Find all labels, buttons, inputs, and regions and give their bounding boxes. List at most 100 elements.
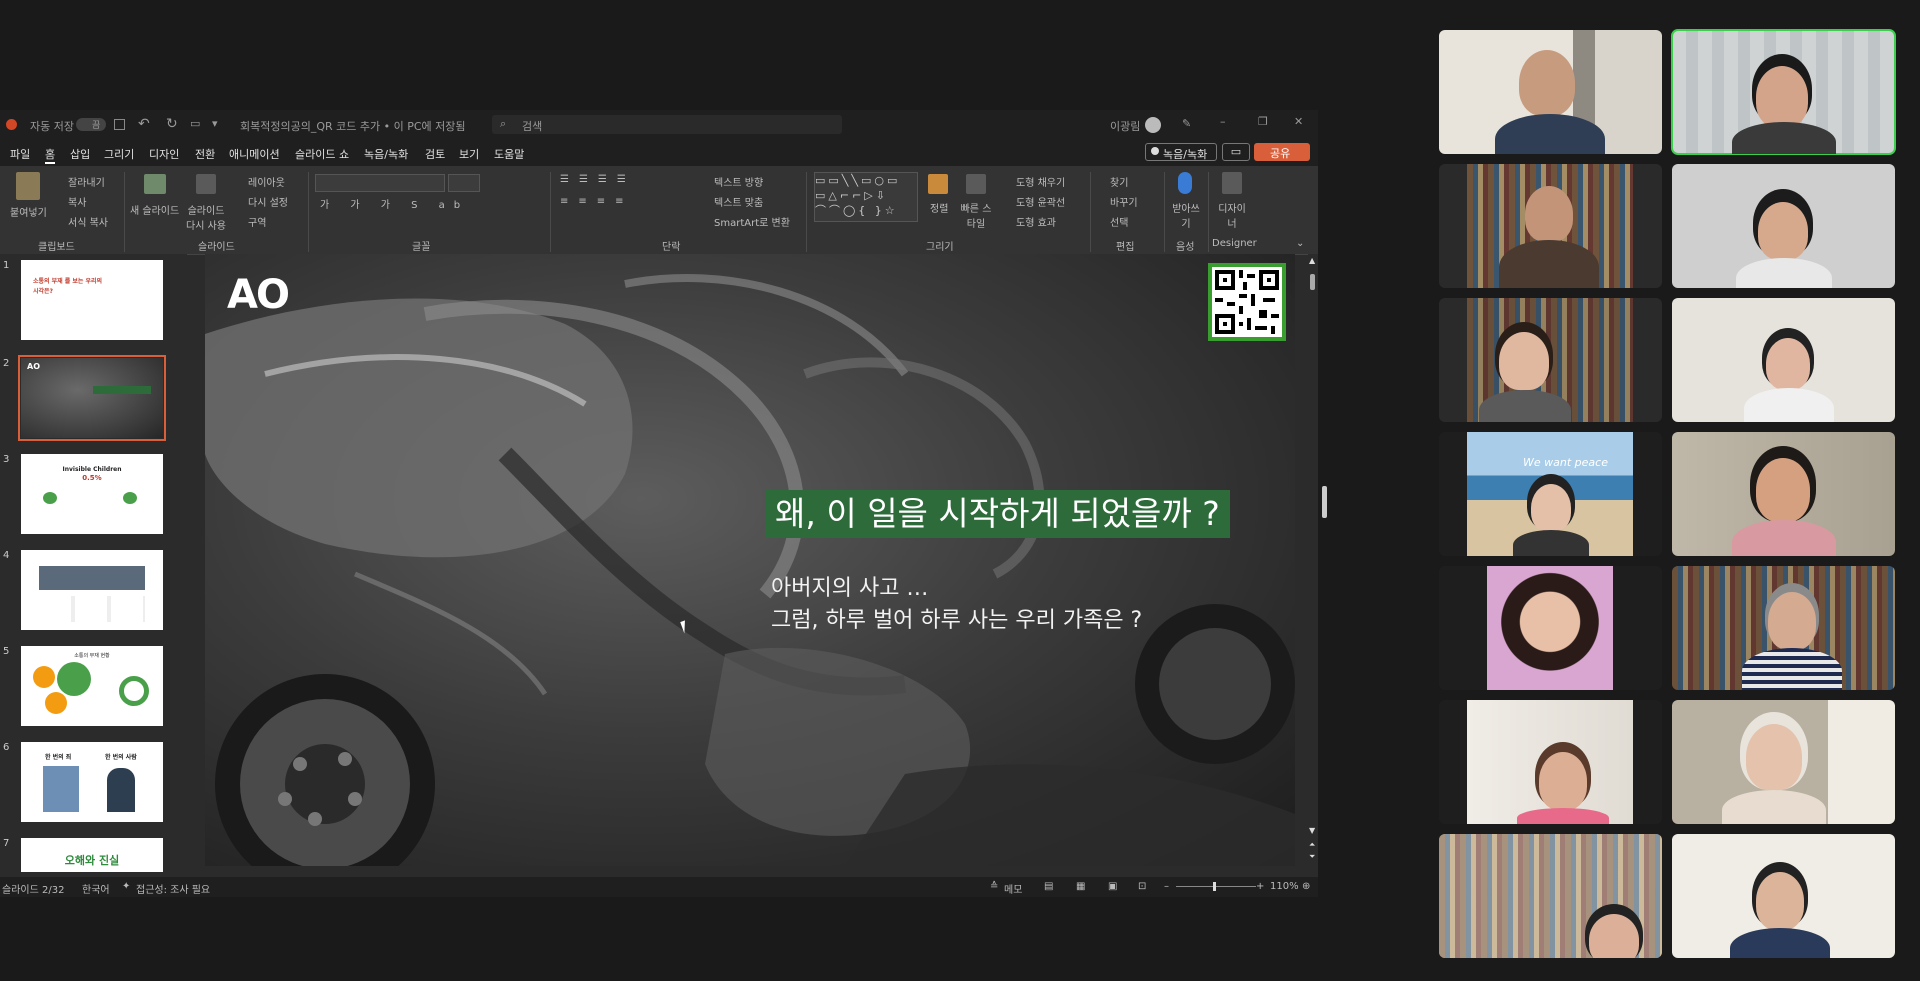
new-slide-label[interactable]: 새 슬라이드 [130,202,179,217]
slide-thumbnail-2[interactable]: AO [18,355,166,441]
menu-review[interactable]: 검토 [425,146,445,162]
font-name-box[interactable] [315,174,445,192]
arrange-label[interactable]: 정렬 [930,200,948,215]
shape-effects-button[interactable]: 도형 효과 [1016,214,1056,229]
replace-button[interactable]: 바꾸기 [1110,194,1138,209]
slide-thumbnail-1[interactable]: 소통의 부재 를 보는 우리의 시각은? [21,260,163,340]
reading-view-icon[interactable]: ▣ [1108,881,1117,892]
participant-video[interactable] [1672,432,1895,556]
slide-thumbnail-3[interactable]: Invisible Children 0.5% [21,454,163,534]
new-slide-icon[interactable] [144,174,166,194]
slide-thumbnail-6[interactable]: 한 번의 죄 한 번의 사람 [21,742,163,822]
participant-video[interactable] [1672,700,1895,824]
paste-icon[interactable] [16,172,40,200]
record-button[interactable]: 녹음/녹화 [1145,143,1217,161]
participant-video[interactable] [1439,164,1662,288]
section-button[interactable]: 구역 [248,214,266,229]
menu-design[interactable]: 디자인 [149,146,179,162]
zoom-slider[interactable] [1176,882,1256,891]
close-icon[interactable]: ✕ [1294,115,1303,128]
accessibility-status[interactable]: 접근성: 조사 필요 [136,881,210,896]
participant-video[interactable] [1672,834,1895,958]
zoom-out-icon[interactable]: – [1164,881,1169,892]
participant-video[interactable]: We want peace [1439,432,1662,556]
find-button[interactable]: 찾기 [1110,174,1128,189]
smartart-button[interactable]: SmartArt로 변환 [714,214,790,229]
arrange-icon[interactable] [928,174,948,194]
minimize-icon[interactable]: – [1220,115,1226,128]
quick-styles-label[interactable]: 빠른 스타일 [958,200,994,230]
participant-video[interactable] [1672,164,1895,288]
shape-fill-button[interactable]: 도형 채우기 [1016,174,1065,189]
save-icon[interactable] [114,119,125,130]
search-box[interactable]: ⌕ 검색 [492,115,842,134]
zoom-slider-thumb[interactable] [1213,882,1216,891]
customize-qat-icon[interactable]: ▾ [212,117,218,130]
scrollbar-thumb[interactable] [1310,274,1315,290]
thumbnails-scrollbar[interactable] [182,254,187,872]
format-painter-button[interactable]: 서식 복사 [68,214,108,229]
text-direction-button[interactable]: 텍스트 방향 [714,174,763,189]
current-slide[interactable]: AO 왜, 이 일을 시작하게 되었을까 ? 아버지의 사고 … 그럼, 하루 … [205,254,1295,866]
cut-button[interactable]: 잘라내기 [68,174,105,189]
avatar[interactable] [1145,117,1161,133]
reset-button[interactable]: 다시 설정 [248,194,288,209]
restore-icon[interactable]: ❐ [1258,115,1268,128]
paste-label[interactable]: 붙여넣기 [10,204,47,219]
menu-view[interactable]: 보기 [459,146,479,162]
document-title[interactable]: 회복적정의공의_QR 코드 추가 • 이 PC에 저장됨 [240,118,466,134]
quick-styles-icon[interactable] [966,174,986,194]
slide-thumbnail-5[interactable]: 소통의 부재 현황 [21,646,163,726]
menu-insert[interactable]: 삽입 [70,146,90,162]
select-button[interactable]: 선택 [1110,214,1128,229]
designer-icon[interactable] [1222,172,1242,194]
share-button[interactable]: 공유 [1254,143,1310,161]
shapes-gallery[interactable]: ▭▭╲╲▭○▭ ▭△⌐⌐▷⇩ ⌒⌒◯{ }☆ [814,172,918,222]
participant-video[interactable] [1439,566,1662,690]
redo-icon[interactable]: ↻ [166,116,178,132]
designer-label[interactable]: 디자이너 [1218,200,1246,230]
accessibility-icon[interactable]: ✦ [122,881,130,892]
pen-icon[interactable]: ✎ [1182,117,1191,130]
menu-file[interactable]: 파일 [10,146,30,162]
align-icons[interactable]: ≡≡≡≡ [560,196,634,207]
zoom-level[interactable]: 110% [1270,881,1299,892]
slide-thumbnail-7[interactable]: 오해와 진실 [21,838,163,872]
menu-transitions[interactable]: 전환 [195,146,215,162]
reuse-slide-icon[interactable] [196,174,216,194]
copy-button[interactable]: 복사 [68,194,86,209]
menu-slideshow[interactable]: 슬라이드 쇼 [295,146,349,162]
notes-button[interactable]: 메모 [1004,881,1022,896]
layout-button[interactable]: 레이아웃 [248,174,285,189]
participant-video[interactable] [1672,298,1895,422]
font-size-box[interactable] [448,174,480,192]
scroll-up-icon[interactable]: ▲ [1309,256,1315,265]
autosave-toggle[interactable]: 끔 [76,118,106,131]
menu-draw[interactable]: 그리기 [104,146,134,162]
splitter-handle[interactable] [1322,486,1327,518]
scroll-down-icon[interactable]: ▼ [1309,826,1315,835]
fit-slide-icon[interactable]: ⊕ [1302,881,1310,892]
font-format-icons[interactable]: 가 가 가 S ab [320,196,469,211]
normal-view-icon[interactable]: ▤ [1044,881,1053,892]
comment-icon[interactable]: ▭ [1222,143,1250,161]
slideshow-icon[interactable]: ⊡ [1138,881,1146,892]
participant-video-active-speaker[interactable] [1671,29,1896,155]
menu-animations[interactable]: 애니메이션 [229,146,280,162]
undo-icon[interactable]: ↶ [138,116,150,132]
slide-scrollbar[interactable]: ▲ ▼ ⏶ ⏷ [1308,254,1318,872]
shape-outline-button[interactable]: 도형 윤곽선 [1016,194,1065,209]
reuse-slide-label[interactable]: 슬라이드 다시 사용 [186,202,226,232]
next-slide-icon[interactable]: ⏷ [1309,852,1315,862]
menu-record[interactable]: 녹음/녹화 [364,146,408,162]
participant-video[interactable] [1439,700,1662,824]
slide-thumbnail-4[interactable] [21,550,163,630]
participant-video[interactable] [1439,30,1662,154]
presentation-icon[interactable]: ▭ [190,117,200,130]
text-align-button[interactable]: 텍스트 맞춤 [714,194,763,209]
menu-home[interactable]: 홈 [45,146,56,164]
zoom-in-icon[interactable]: + [1256,881,1264,892]
menu-help[interactable]: 도움말 [494,146,524,162]
slide-sorter-icon[interactable]: ▦ [1076,881,1085,892]
list-icons[interactable]: ☰☰☰☰ [560,174,636,185]
